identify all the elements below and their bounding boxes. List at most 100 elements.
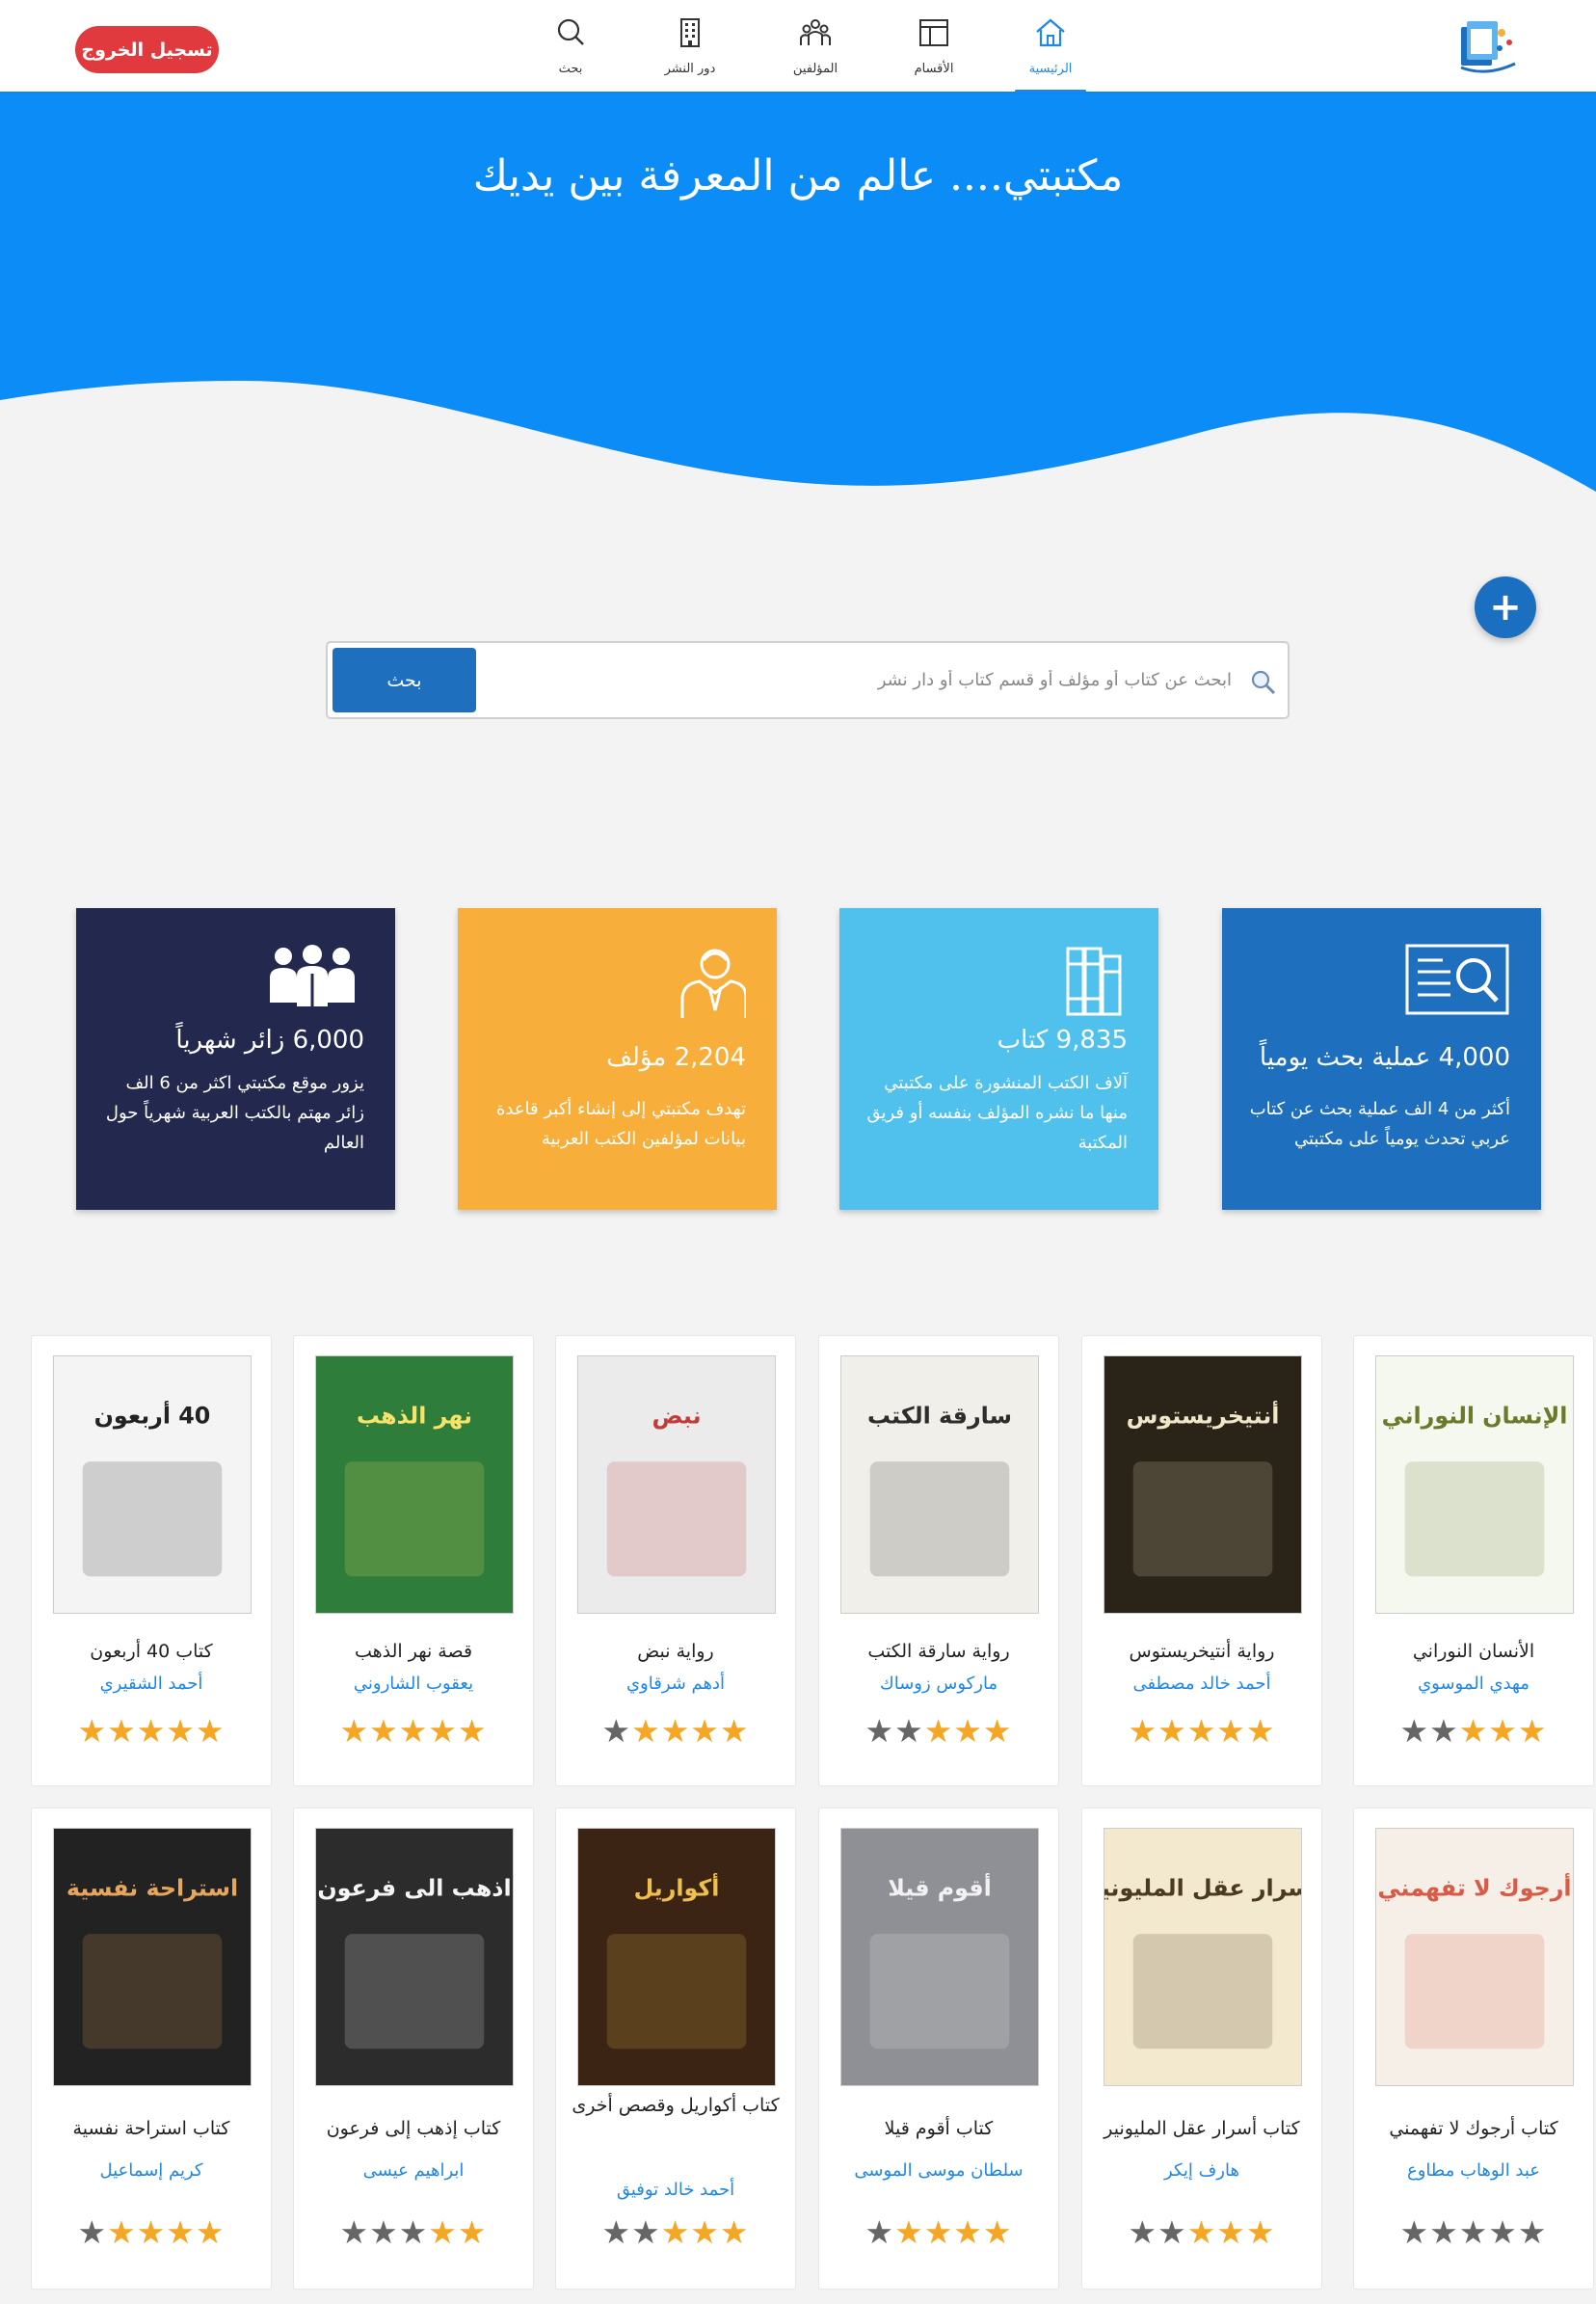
nav-publishers[interactable]: دور النشر	[647, 13, 733, 91]
book-card[interactable]: اذهب الى فرعون كتاب إذهب إلى فرعون ابراهيم…	[293, 1808, 534, 2290]
star-icon[interactable]: ★	[1129, 1712, 1158, 1750]
book-card[interactable]: أسرار عقل المليونير كتاب أسرار عقل المليو…	[1081, 1808, 1322, 2290]
star-icon[interactable]: ★	[369, 2213, 399, 2251]
star-icon[interactable]: ★	[340, 2213, 370, 2251]
nav-home[interactable]: الرئيسية	[1007, 13, 1094, 93]
star-icon[interactable]: ★	[1459, 1712, 1489, 1750]
book-card[interactable]: الإنسان النوراني الأنسان النوراني مهدي الم…	[1353, 1335, 1594, 1786]
book-title[interactable]: رواية نبض	[564, 1637, 787, 1667]
star-icon[interactable]: ★	[166, 1712, 196, 1750]
star-icon[interactable]: ★	[1129, 2213, 1158, 2251]
book-title[interactable]: كتاب أرجوك لا تفهمني	[1362, 2114, 1585, 2144]
star-icon[interactable]: ★	[78, 1712, 108, 1750]
book-author[interactable]: سلطان موسى الموسى	[827, 2160, 1051, 2181]
book-author[interactable]: مهدي الموسوي	[1362, 1674, 1585, 1694]
star-icon[interactable]: ★	[631, 2213, 661, 2251]
book-card[interactable]: أنتيخريستوس رواية أنتيخريستوس أحمد خالد مص…	[1081, 1335, 1322, 1786]
star-icon[interactable]: ★	[428, 2213, 458, 2251]
nav-search[interactable]: بحث	[527, 13, 614, 91]
star-icon[interactable]: ★	[137, 1712, 167, 1750]
book-title[interactable]: رواية أنتيخريستوس	[1090, 1637, 1314, 1667]
rating-stars[interactable]: ★★★★★	[1354, 2213, 1593, 2251]
site-logo[interactable]	[1457, 13, 1521, 81]
rating-stars[interactable]: ★★★★★	[556, 1712, 795, 1750]
book-card[interactable]: استراحة نفسية كتاب استراحة نفسية كريم إسما…	[31, 1808, 272, 2290]
rating-stars[interactable]: ★★★★★	[556, 2213, 795, 2251]
star-icon[interactable]: ★	[1518, 1712, 1548, 1750]
book-cover[interactable]: نهر الذهب	[315, 1355, 514, 1614]
star-icon[interactable]: ★	[458, 1712, 488, 1750]
nav-authors[interactable]: المؤلفين	[772, 13, 859, 91]
rating-stars[interactable]: ★★★★★	[1082, 1712, 1321, 1750]
star-icon[interactable]: ★	[865, 1712, 895, 1750]
star-icon[interactable]: ★	[196, 1712, 226, 1750]
star-icon[interactable]: ★	[1518, 2213, 1548, 2251]
star-icon[interactable]: ★	[865, 2213, 895, 2251]
star-icon[interactable]: ★	[428, 1712, 458, 1750]
book-cover[interactable]: أنتيخريستوس	[1104, 1355, 1302, 1614]
book-cover[interactable]: أقوم قيلا	[840, 1828, 1039, 2086]
book-author[interactable]: عبد الوهاب مطاوع	[1362, 2160, 1585, 2181]
book-title[interactable]: كتاب أسرار عقل المليونير	[1090, 2114, 1314, 2144]
star-icon[interactable]: ★	[690, 2213, 720, 2251]
book-card[interactable]: سارقة الكتب رواية سارقة الكتب ماركوس زوساك…	[818, 1335, 1059, 1786]
star-icon[interactable]: ★	[1459, 2213, 1489, 2251]
book-author[interactable]: كريم إسماعيل	[40, 2160, 263, 2181]
star-icon[interactable]: ★	[1157, 2213, 1187, 2251]
star-icon[interactable]: ★	[720, 2213, 750, 2251]
star-icon[interactable]: ★	[1400, 1712, 1430, 1750]
nav-categories[interactable]: الأقسام	[891, 13, 977, 91]
book-cover[interactable]: استراحة نفسية	[53, 1828, 252, 2086]
rating-stars[interactable]: ★★★★★	[819, 1712, 1058, 1750]
rating-stars[interactable]: ★★★★★	[1082, 2213, 1321, 2251]
book-cover[interactable]: أكواريل	[577, 1828, 776, 2086]
star-icon[interactable]: ★	[458, 2213, 488, 2251]
rating-stars[interactable]: ★★★★★	[32, 1712, 271, 1750]
book-title[interactable]: كتاب إذهب إلى فرعون	[302, 2114, 525, 2144]
rating-stars[interactable]: ★★★★★	[1354, 1712, 1593, 1750]
rating-stars[interactable]: ★★★★★	[294, 1712, 533, 1750]
book-author[interactable]: أحمد الشقيري	[40, 1674, 263, 1694]
star-icon[interactable]: ★	[196, 2213, 226, 2251]
star-icon[interactable]: ★	[602, 1712, 632, 1750]
star-icon[interactable]: ★	[924, 1712, 954, 1750]
book-author[interactable]: هارف إيكر	[1090, 2160, 1314, 2181]
book-cover[interactable]: 40 أربعون	[53, 1355, 252, 1614]
star-icon[interactable]: ★	[924, 2213, 954, 2251]
star-icon[interactable]: ★	[661, 1712, 691, 1750]
book-author[interactable]: أدهم شرقاوي	[564, 1674, 787, 1694]
book-title[interactable]: الأنسان النوراني	[1362, 1637, 1585, 1667]
star-icon[interactable]: ★	[1400, 2213, 1430, 2251]
book-card[interactable]: 40 أربعون كتاب 40 أربعون أحمد الشقيري ★★★★★	[31, 1335, 272, 1786]
star-icon[interactable]: ★	[1246, 2213, 1276, 2251]
star-icon[interactable]: ★	[78, 2213, 108, 2251]
book-card[interactable]: أقوم قيلا كتاب أقوم قيلا سلطان موسى الموسى…	[818, 1808, 1059, 2290]
logout-button[interactable]: تسجيل الخروج	[75, 26, 219, 73]
book-author[interactable]: أحمد خالد مصطفى	[1090, 1674, 1314, 1694]
star-icon[interactable]: ★	[1216, 2213, 1246, 2251]
star-icon[interactable]: ★	[369, 1712, 399, 1750]
rating-stars[interactable]: ★★★★★	[819, 2213, 1058, 2251]
book-card[interactable]: أكواريل كتاب أكواريل وقصص أخرى أحمد خالد ت…	[555, 1808, 796, 2290]
star-icon[interactable]: ★	[720, 1712, 750, 1750]
search-input[interactable]	[505, 651, 1276, 709]
rating-stars[interactable]: ★★★★★	[32, 2213, 271, 2251]
book-cover[interactable]: سارقة الكتب	[840, 1355, 1039, 1614]
star-icon[interactable]: ★	[166, 2213, 196, 2251]
book-card[interactable]: أرجوك لا تفهمني كتاب أرجوك لا تفهمني عبد ا…	[1353, 1808, 1594, 2290]
star-icon[interactable]: ★	[602, 2213, 632, 2251]
star-icon[interactable]: ★	[953, 2213, 983, 2251]
star-icon[interactable]: ★	[107, 2213, 137, 2251]
book-cover[interactable]: الإنسان النوراني	[1375, 1355, 1574, 1614]
book-cover[interactable]: نبض	[577, 1355, 776, 1614]
star-icon[interactable]: ★	[399, 1712, 429, 1750]
star-icon[interactable]: ★	[631, 1712, 661, 1750]
star-icon[interactable]: ★	[983, 2213, 1013, 2251]
star-icon[interactable]: ★	[894, 2213, 924, 2251]
star-icon[interactable]: ★	[340, 1712, 370, 1750]
book-cover[interactable]: أسرار عقل المليونير	[1104, 1828, 1302, 2086]
book-cover[interactable]: اذهب الى فرعون	[315, 1828, 514, 2086]
star-icon[interactable]: ★	[1488, 1712, 1518, 1750]
star-icon[interactable]: ★	[1187, 2213, 1217, 2251]
star-icon[interactable]: ★	[661, 2213, 691, 2251]
